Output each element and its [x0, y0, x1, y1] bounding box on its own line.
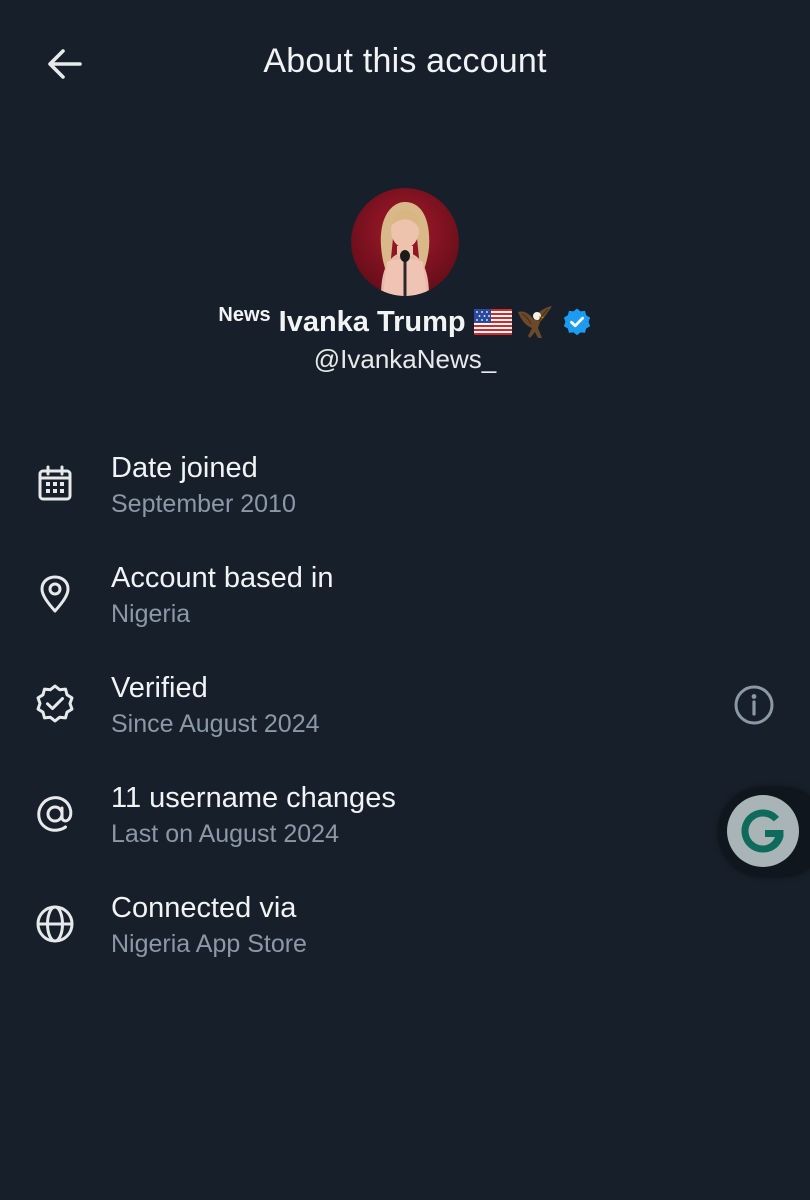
float-button-circle	[727, 795, 799, 867]
info-icon	[734, 685, 774, 725]
detail-row-date-joined: Date joined September 2010	[0, 440, 810, 550]
name-emojis	[473, 304, 554, 340]
detail-title: 11 username changes	[111, 782, 396, 814]
calendar-icon	[33, 462, 77, 506]
detail-subtitle: Since August 2024	[111, 710, 320, 738]
detail-row-verified: Verified Since August 2024	[0, 660, 810, 770]
at-sign-icon	[33, 792, 77, 836]
user-handle: @IvankaNews_	[313, 344, 497, 374]
about-account-screen: About this account News Ivanka Trump @Iv…	[0, 0, 810, 1200]
profile-summary: News Ivanka Trump @IvankaNews_	[0, 188, 810, 375]
detail-title: Date joined	[111, 452, 258, 484]
top-bar: About this account	[0, 0, 810, 128]
name-row: News Ivanka Trump	[0, 302, 810, 342]
detail-subtitle: September 2010	[111, 490, 296, 518]
detail-subtitle: Nigeria	[111, 600, 191, 628]
detail-subtitle: Nigeria App Store	[111, 930, 307, 958]
floating-grammarly-button[interactable]	[718, 787, 810, 877]
globe-icon	[33, 902, 77, 946]
detail-title: Connected via	[111, 892, 297, 924]
detail-row-account-location: Account based in Nigeria	[0, 550, 810, 660]
detail-row-connected-via: Connected via Nigeria App Store	[0, 880, 810, 990]
detail-subtitle: Last on August 2024	[111, 820, 339, 848]
grammarly-g-icon	[741, 809, 784, 853]
name-prefix: News	[218, 303, 271, 326]
detail-title: Account based in	[111, 562, 334, 594]
verified-info-button[interactable]	[732, 683, 776, 727]
account-details-list: Date joined September 2010 Account based…	[0, 440, 810, 990]
verified-badge-icon[interactable]	[562, 307, 592, 337]
avatar[interactable]	[351, 188, 459, 296]
eagle-icon	[517, 306, 552, 338]
detail-title: Verified	[111, 672, 208, 704]
verified-badge-icon	[33, 682, 77, 726]
flag-us-icon	[473, 309, 512, 335]
display-name: Ivanka Trump	[278, 305, 466, 338]
location-pin-icon	[33, 572, 77, 616]
detail-row-username-changes: 11 username changes Last on August 2024	[0, 770, 810, 880]
page-title: About this account	[263, 42, 547, 80]
